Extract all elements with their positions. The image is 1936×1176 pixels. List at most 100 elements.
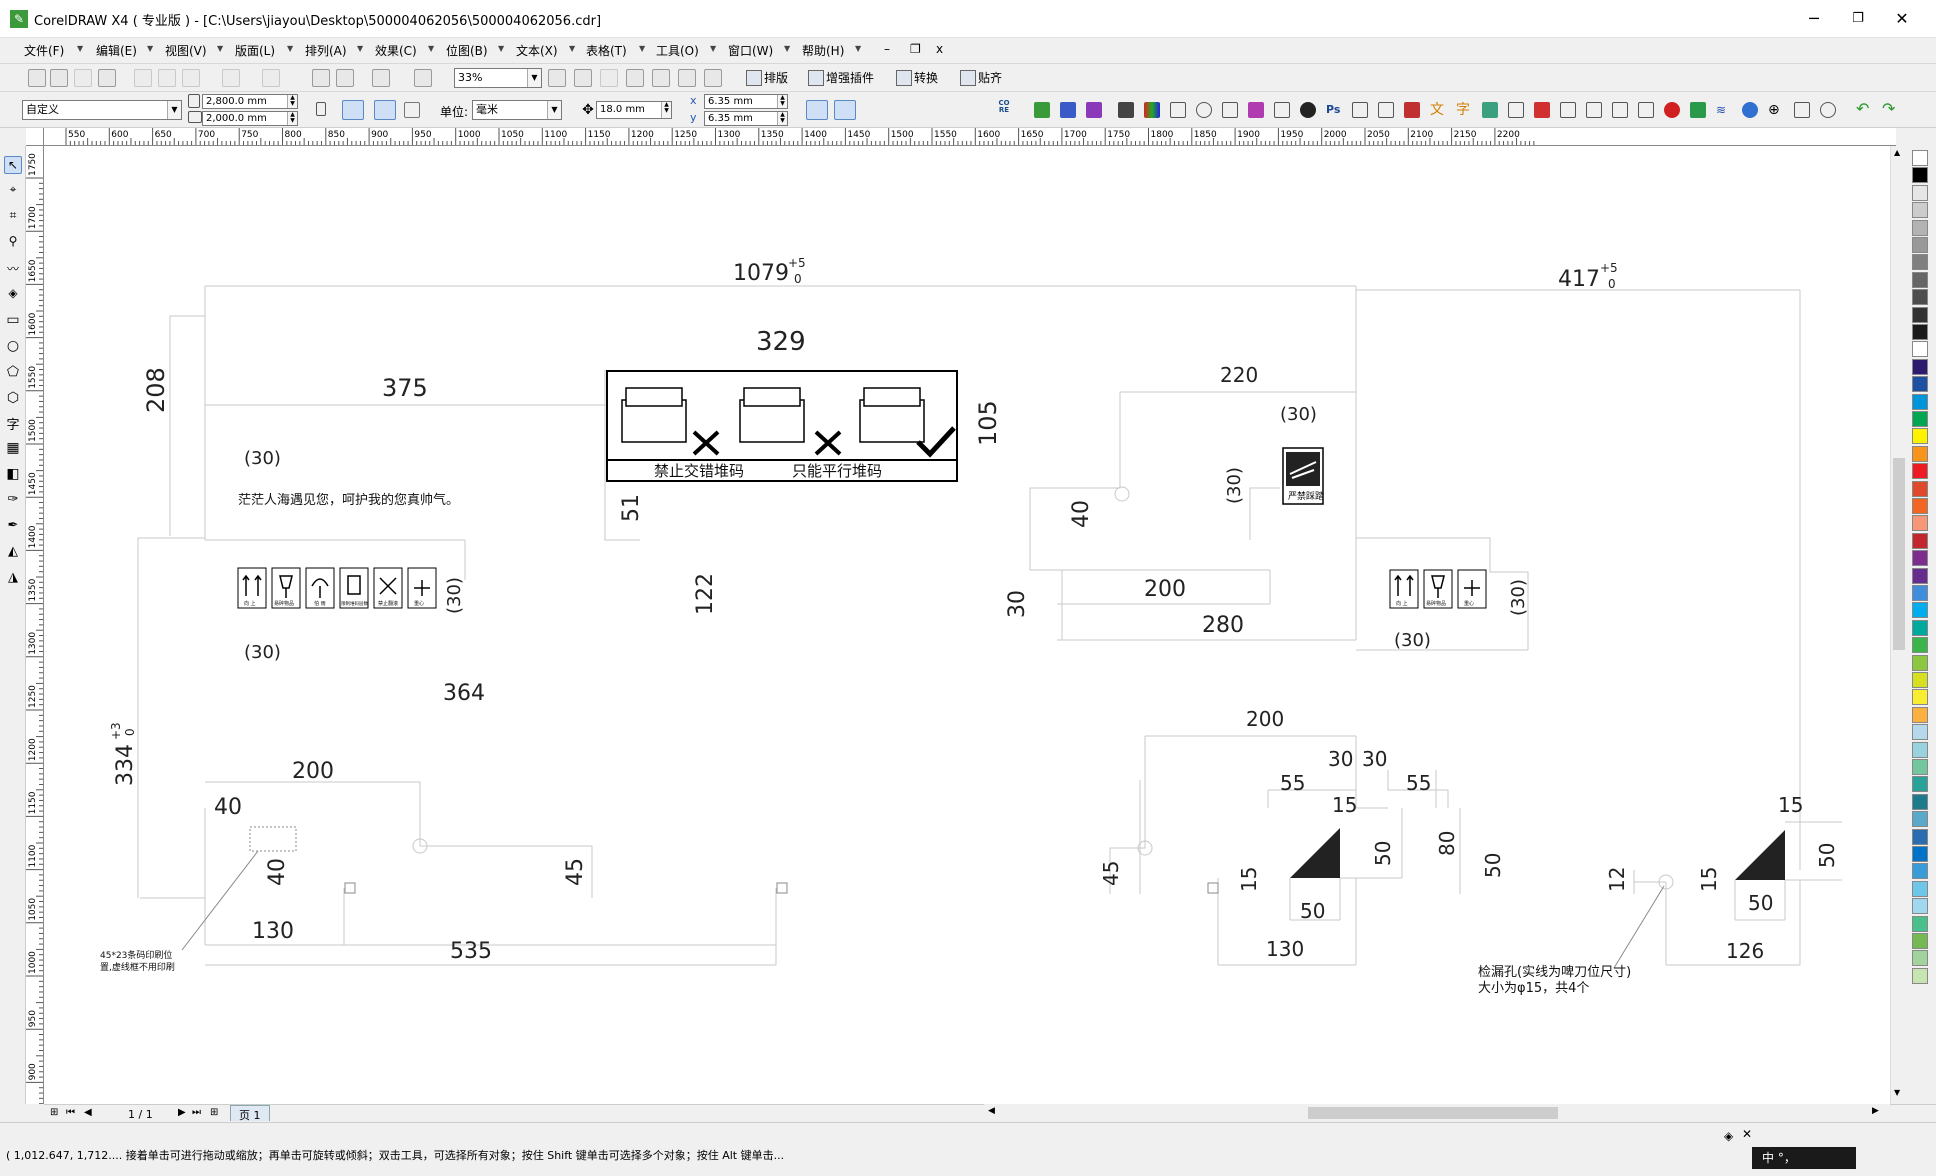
core-plugin-icon[interactable]: CO RE [996,100,1012,116]
color-swatch[interactable] [1912,515,1928,532]
redo-green-icon[interactable]: ↷ [1882,101,1898,117]
units-select[interactable]: 毫米 ▼ [472,100,562,120]
chevron-down-icon[interactable]: ▼ [527,69,541,87]
node-icon[interactable] [1612,102,1628,118]
color-swatch[interactable] [1912,915,1928,932]
color-swatch[interactable] [1912,532,1928,549]
ime-indicator[interactable]: 中 °， [1752,1147,1856,1169]
chevron-down-icon[interactable]: ▼ [639,44,645,53]
spin-arrows-icon[interactable]: ▲ ▼ [661,102,671,118]
page-width-field[interactable]: 2,800.0 mm ▲ ▼ [202,94,298,109]
color-swatch[interactable] [1912,672,1928,688]
plugin-magenta-icon[interactable] [1248,102,1264,118]
smart-fill-tool-icon[interactable]: ◈ [4,286,22,304]
polygon-tool-icon[interactable]: ⬠ [4,364,22,382]
menu-edit[interactable]: 编辑(E) [96,42,137,59]
color-swatch[interactable] [1912,637,1928,654]
color-swatch[interactable] [1912,793,1928,810]
image-icon[interactable] [1352,102,1368,118]
scroll-right-icon[interactable]: ▶ [1872,1106,1879,1116]
draw-bounding-box-icon[interactable] [834,100,856,120]
chevron-down-icon[interactable]: ▼ [855,44,861,53]
coffee-icon[interactable] [1300,102,1316,118]
color-swatch[interactable] [1912,219,1928,236]
vertical-scrollbar[interactable]: ▲ ▼ [1890,146,1906,1104]
enhance-plugin-button[interactable]: 增强插件 [808,69,874,86]
chevron-down-icon[interactable]: ▼ [428,44,434,53]
plugin-blue-icon[interactable] [1060,102,1076,118]
color-swatch[interactable] [1912,480,1928,497]
chevron-down-icon[interactable]: ▼ [167,101,181,119]
portrait-icon[interactable] [316,102,326,116]
page-preset-select[interactable]: 自定义 ▼ [22,100,182,120]
doc-close-button[interactable]: x [936,42,943,56]
pattern-icon[interactable] [1742,102,1758,118]
snap-button[interactable]: 贴齐 [960,69,1002,86]
character-icon[interactable]: 字 [1456,102,1472,118]
color-swatch[interactable] [1912,289,1928,306]
chevron-down-icon[interactable]: ▼ [357,44,363,53]
text-glyph-icon[interactable]: 文 [1430,102,1446,118]
menu-file[interactable]: 文件(F) [24,42,64,59]
chevron-down-icon[interactable]: ▼ [287,44,293,53]
screen-icon[interactable] [1690,102,1706,118]
zoom-page-icon[interactable] [652,69,670,87]
crosshair-icon[interactable]: ⊕ [1768,102,1784,118]
color-swatch[interactable] [1912,950,1928,967]
page-height-field[interactable]: 2,000.0 mm ▲ ▼ [202,111,298,126]
color-swatch[interactable] [1912,567,1928,584]
color-swatch[interactable] [1912,724,1928,741]
duplicate-y-field[interactable]: 6.35 mm ▲ ▼ [704,111,788,126]
zoom-height-icon[interactable] [704,69,722,87]
table-plugin-icon[interactable] [1482,102,1498,118]
color-swatch[interactable] [1912,324,1928,340]
color-swatch[interactable] [1912,933,1928,949]
export-icon[interactable] [336,69,354,87]
ellipse-tool-icon[interactable]: ○ [4,338,22,356]
redo-icon[interactable] [262,69,280,87]
close-button[interactable]: ✕ [1882,6,1922,32]
color-swatch[interactable] [1912,689,1928,706]
color-swatch[interactable] [1912,863,1928,880]
chevron-down-icon[interactable]: ▼ [569,44,575,53]
previous-page-icon[interactable]: ◀ [84,1107,92,1118]
undo-icon[interactable] [222,69,240,87]
text-frame-icon[interactable] [1378,102,1394,118]
gear-icon[interactable] [1820,102,1836,118]
color-swatch[interactable] [1912,811,1928,828]
zoom-all-icon[interactable] [626,69,644,87]
first-page-icon[interactable]: ⏮ [66,1107,75,1118]
zoom-level-select[interactable]: 33% ▼ [454,68,542,88]
plugin-purple-icon[interactable] [1086,102,1102,118]
color-swatch[interactable] [1912,237,1928,253]
align-icon[interactable] [1638,102,1654,118]
color-swatch[interactable] [1912,550,1928,567]
menu-text[interactable]: 文本(X) [516,42,558,59]
zoom-tool-icon[interactable]: ⚲ [4,234,22,252]
drawing-canvas[interactable]: 禁止交错堆码 只能平行堆码 严禁踩踏 向 上 易碎物品 怕 雨 限制堆码层数 禁… [44,146,1890,1104]
shape-tool-icon[interactable]: ⌖ [4,182,22,200]
last-page-icon[interactable]: ⏭ [192,1107,201,1118]
trash-icon[interactable] [1794,102,1810,118]
spin-arrows-icon[interactable]: ▲ ▼ [777,95,787,108]
menu-layout[interactable]: 版面(L) [235,42,275,59]
horizontal-ruler[interactable]: 550 600 650 700 750 800 850 900 950 1000 1050 1100 1… [44,128,1896,146]
doc-minimize-button[interactable]: – [884,42,890,56]
add-page-icon[interactable]: ⊞ [50,1107,58,1118]
menu-arrange[interactable]: 排列(A) [305,42,347,59]
color-swatch[interactable] [1912,759,1928,775]
freehand-tool-icon[interactable]: 〰 [4,260,22,278]
color-swatch[interactable] [1912,898,1928,915]
eyedropper-tool-icon[interactable]: ✑ [4,492,22,510]
color-swatch[interactable] [1912,411,1928,427]
page-tab[interactable]: 页 1 [230,1105,270,1122]
color-swatch[interactable] [1912,358,1928,375]
basic-shapes-tool-icon[interactable]: ⬡ [4,390,22,408]
color-swatch[interactable] [1912,376,1928,393]
color-swatch[interactable] [1912,184,1928,201]
chevron-down-icon[interactable]: ▼ [77,44,83,53]
menu-effects[interactable]: 效果(C) [375,42,417,59]
scroll-up-icon[interactable]: ▲ [1894,148,1900,157]
dieline-drawing[interactable]: 禁止交错堆码 只能平行堆码 严禁踩踏 向 上 易碎物品 怕 雨 限制堆码层数 禁… [44,146,1890,1104]
spin-arrows-icon[interactable]: ▲ ▼ [287,112,297,125]
